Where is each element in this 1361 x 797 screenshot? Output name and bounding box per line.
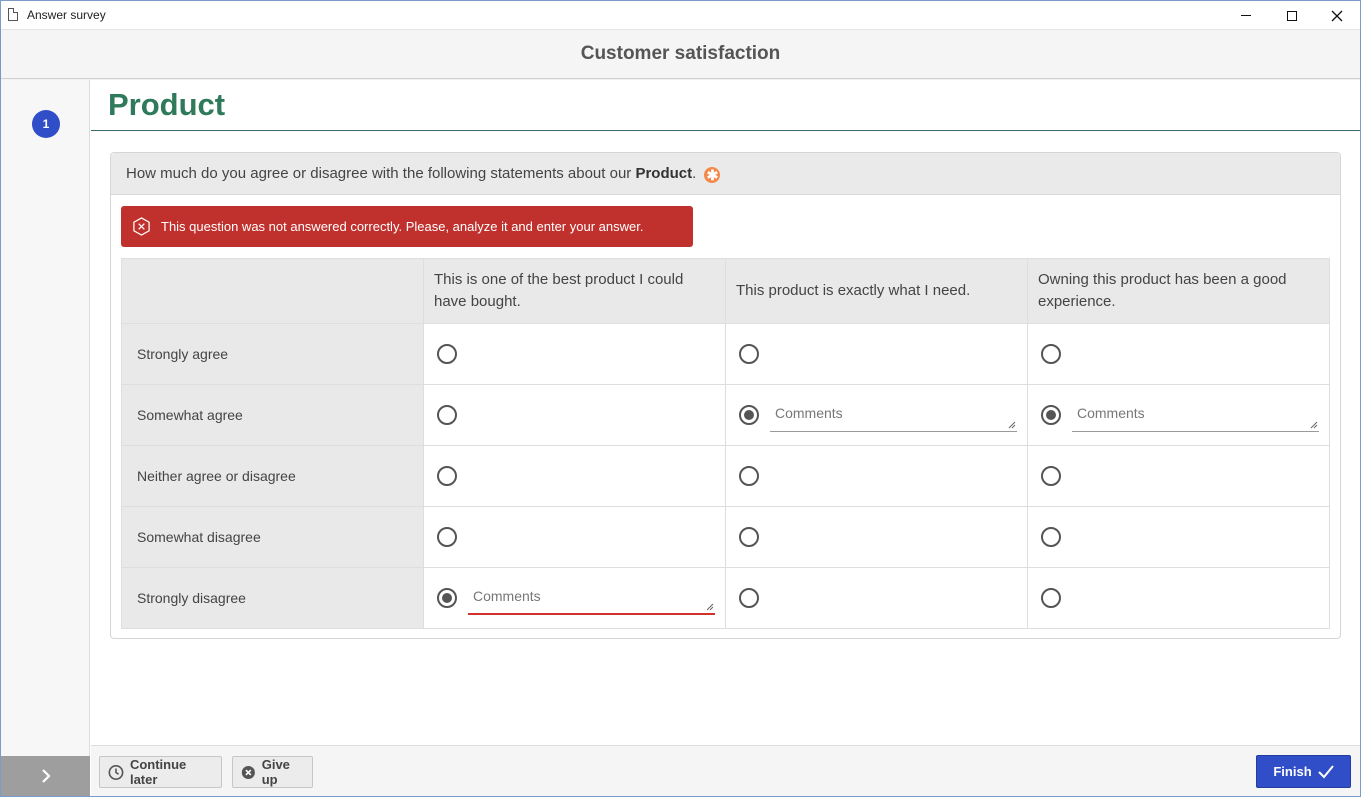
give-up-button[interactable]: Give up	[232, 756, 313, 788]
matrix-cell	[423, 384, 726, 446]
radio-button-selected[interactable]	[1041, 405, 1061, 425]
matrix-cell	[1027, 445, 1330, 507]
footer-toolbar: Continue later Give up Finish	[91, 745, 1360, 796]
radio-button[interactable]	[1041, 466, 1061, 486]
column-header: This is one of the best product I could …	[423, 258, 726, 324]
window: Answer survey Customer satisfaction 1 Pr…	[0, 0, 1361, 797]
error-text: This question was not answered correctly…	[161, 219, 644, 234]
question-text: How much do you agree or disagree with t…	[126, 165, 721, 183]
resize-grip-icon[interactable]	[1008, 421, 1016, 429]
likert-matrix: This is one of the best product I could …	[121, 258, 1330, 629]
row-label: Somewhat agree	[121, 384, 424, 446]
radio-button[interactable]	[739, 588, 759, 608]
radio-button[interactable]	[739, 466, 759, 486]
close-icon	[1331, 10, 1343, 21]
page-title: Product	[108, 87, 226, 122]
matrix-corner	[121, 258, 424, 324]
expand-sidebar-button[interactable]	[1, 756, 90, 796]
matrix-cell	[423, 323, 726, 385]
radio-button[interactable]	[437, 405, 457, 425]
question-text-bold: Product	[635, 165, 693, 182]
comments-placeholder: Comments	[775, 405, 843, 421]
window-title: Answer survey	[27, 8, 106, 22]
matrix-cell: Comments	[1027, 384, 1330, 446]
matrix-cell: Comments	[423, 567, 726, 629]
question-header: How much do you agree or disagree with t…	[111, 153, 1340, 195]
matrix-cell	[1027, 567, 1330, 629]
radio-button[interactable]	[739, 527, 759, 547]
comments-placeholder: Comments	[1077, 405, 1145, 421]
comments-placeholder: Comments	[473, 588, 541, 604]
radio-button-selected[interactable]	[739, 405, 759, 425]
checkmark-icon	[1317, 764, 1334, 778]
comments-field[interactable]: Comments	[770, 398, 1017, 432]
maximize-button[interactable]	[1269, 1, 1315, 30]
radio-button[interactable]	[739, 344, 759, 364]
row-label: Somewhat disagree	[121, 506, 424, 568]
row-label: Strongly disagree	[121, 567, 424, 629]
radio-button[interactable]	[437, 527, 457, 547]
matrix-cell	[1027, 323, 1330, 385]
matrix-cell	[1027, 506, 1330, 568]
comments-field[interactable]: Comments	[1072, 398, 1319, 432]
matrix-cell	[725, 567, 1028, 629]
table-row: Neither agree or disagree	[121, 445, 1330, 507]
radio-button-selected[interactable]	[437, 588, 457, 608]
table-row: Strongly disagree Comments	[121, 567, 1330, 629]
finish-label: Finish	[1273, 764, 1312, 779]
table-row: Strongly agree	[121, 323, 1330, 385]
radio-button[interactable]	[1041, 588, 1061, 608]
main-content: Product How much do you agree or disagre…	[91, 80, 1360, 745]
close-button[interactable]	[1314, 1, 1360, 30]
radio-button[interactable]	[1041, 527, 1061, 547]
give-up-label: Give up	[261, 757, 290, 787]
row-label: Strongly agree	[121, 323, 424, 385]
radio-button[interactable]	[437, 344, 457, 364]
step-1-indicator[interactable]: 1	[32, 110, 60, 138]
asterisk-icon: ✱	[704, 167, 721, 183]
matrix-cell	[725, 506, 1028, 568]
title-divider	[91, 130, 1360, 131]
question-text-suffix: .	[692, 165, 697, 182]
finish-button[interactable]: Finish	[1256, 755, 1351, 788]
title-bar: Answer survey	[1, 1, 1360, 30]
close-circle-icon	[241, 765, 255, 779]
radio-button[interactable]	[437, 466, 457, 486]
resize-grip-icon[interactable]	[1310, 421, 1318, 429]
survey-title: Customer satisfaction	[580, 43, 781, 64]
table-row: Somewhat agree Comments Comments	[121, 384, 1330, 446]
radio-button[interactable]	[1041, 344, 1061, 364]
document-icon	[8, 8, 18, 21]
matrix-cell: Comments	[725, 384, 1028, 446]
matrix-cell	[725, 445, 1028, 507]
matrix-cell	[423, 445, 726, 507]
column-header: This product is exactly what I need.	[725, 258, 1028, 324]
row-label: Neither agree or disagree	[121, 445, 424, 507]
table-row: Somewhat disagree	[121, 506, 1330, 568]
resize-grip-icon[interactable]	[706, 603, 714, 611]
matrix-header-row: This is one of the best product I could …	[121, 258, 1330, 324]
continue-later-button[interactable]: Continue later	[99, 756, 222, 788]
comments-field-invalid[interactable]: Comments	[468, 581, 715, 615]
error-hexagon-icon	[133, 217, 150, 236]
question-panel: How much do you agree or disagree with t…	[110, 152, 1341, 639]
minimize-icon	[1241, 15, 1251, 16]
sidebar: 1	[1, 80, 90, 796]
maximize-icon	[1287, 10, 1297, 21]
minimize-button[interactable]	[1223, 1, 1269, 30]
matrix-cell	[725, 323, 1028, 385]
matrix-cell	[423, 506, 726, 568]
survey-header: Customer satisfaction	[1, 30, 1360, 79]
error-message: This question was not answered correctly…	[121, 206, 693, 247]
continue-later-label: Continue later	[129, 757, 187, 787]
chevron-right-icon	[41, 769, 51, 783]
question-text-prefix: How much do you agree or disagree with t…	[126, 165, 632, 182]
column-header: Owning this product has been a good expe…	[1027, 258, 1330, 324]
clock-icon	[108, 764, 124, 780]
